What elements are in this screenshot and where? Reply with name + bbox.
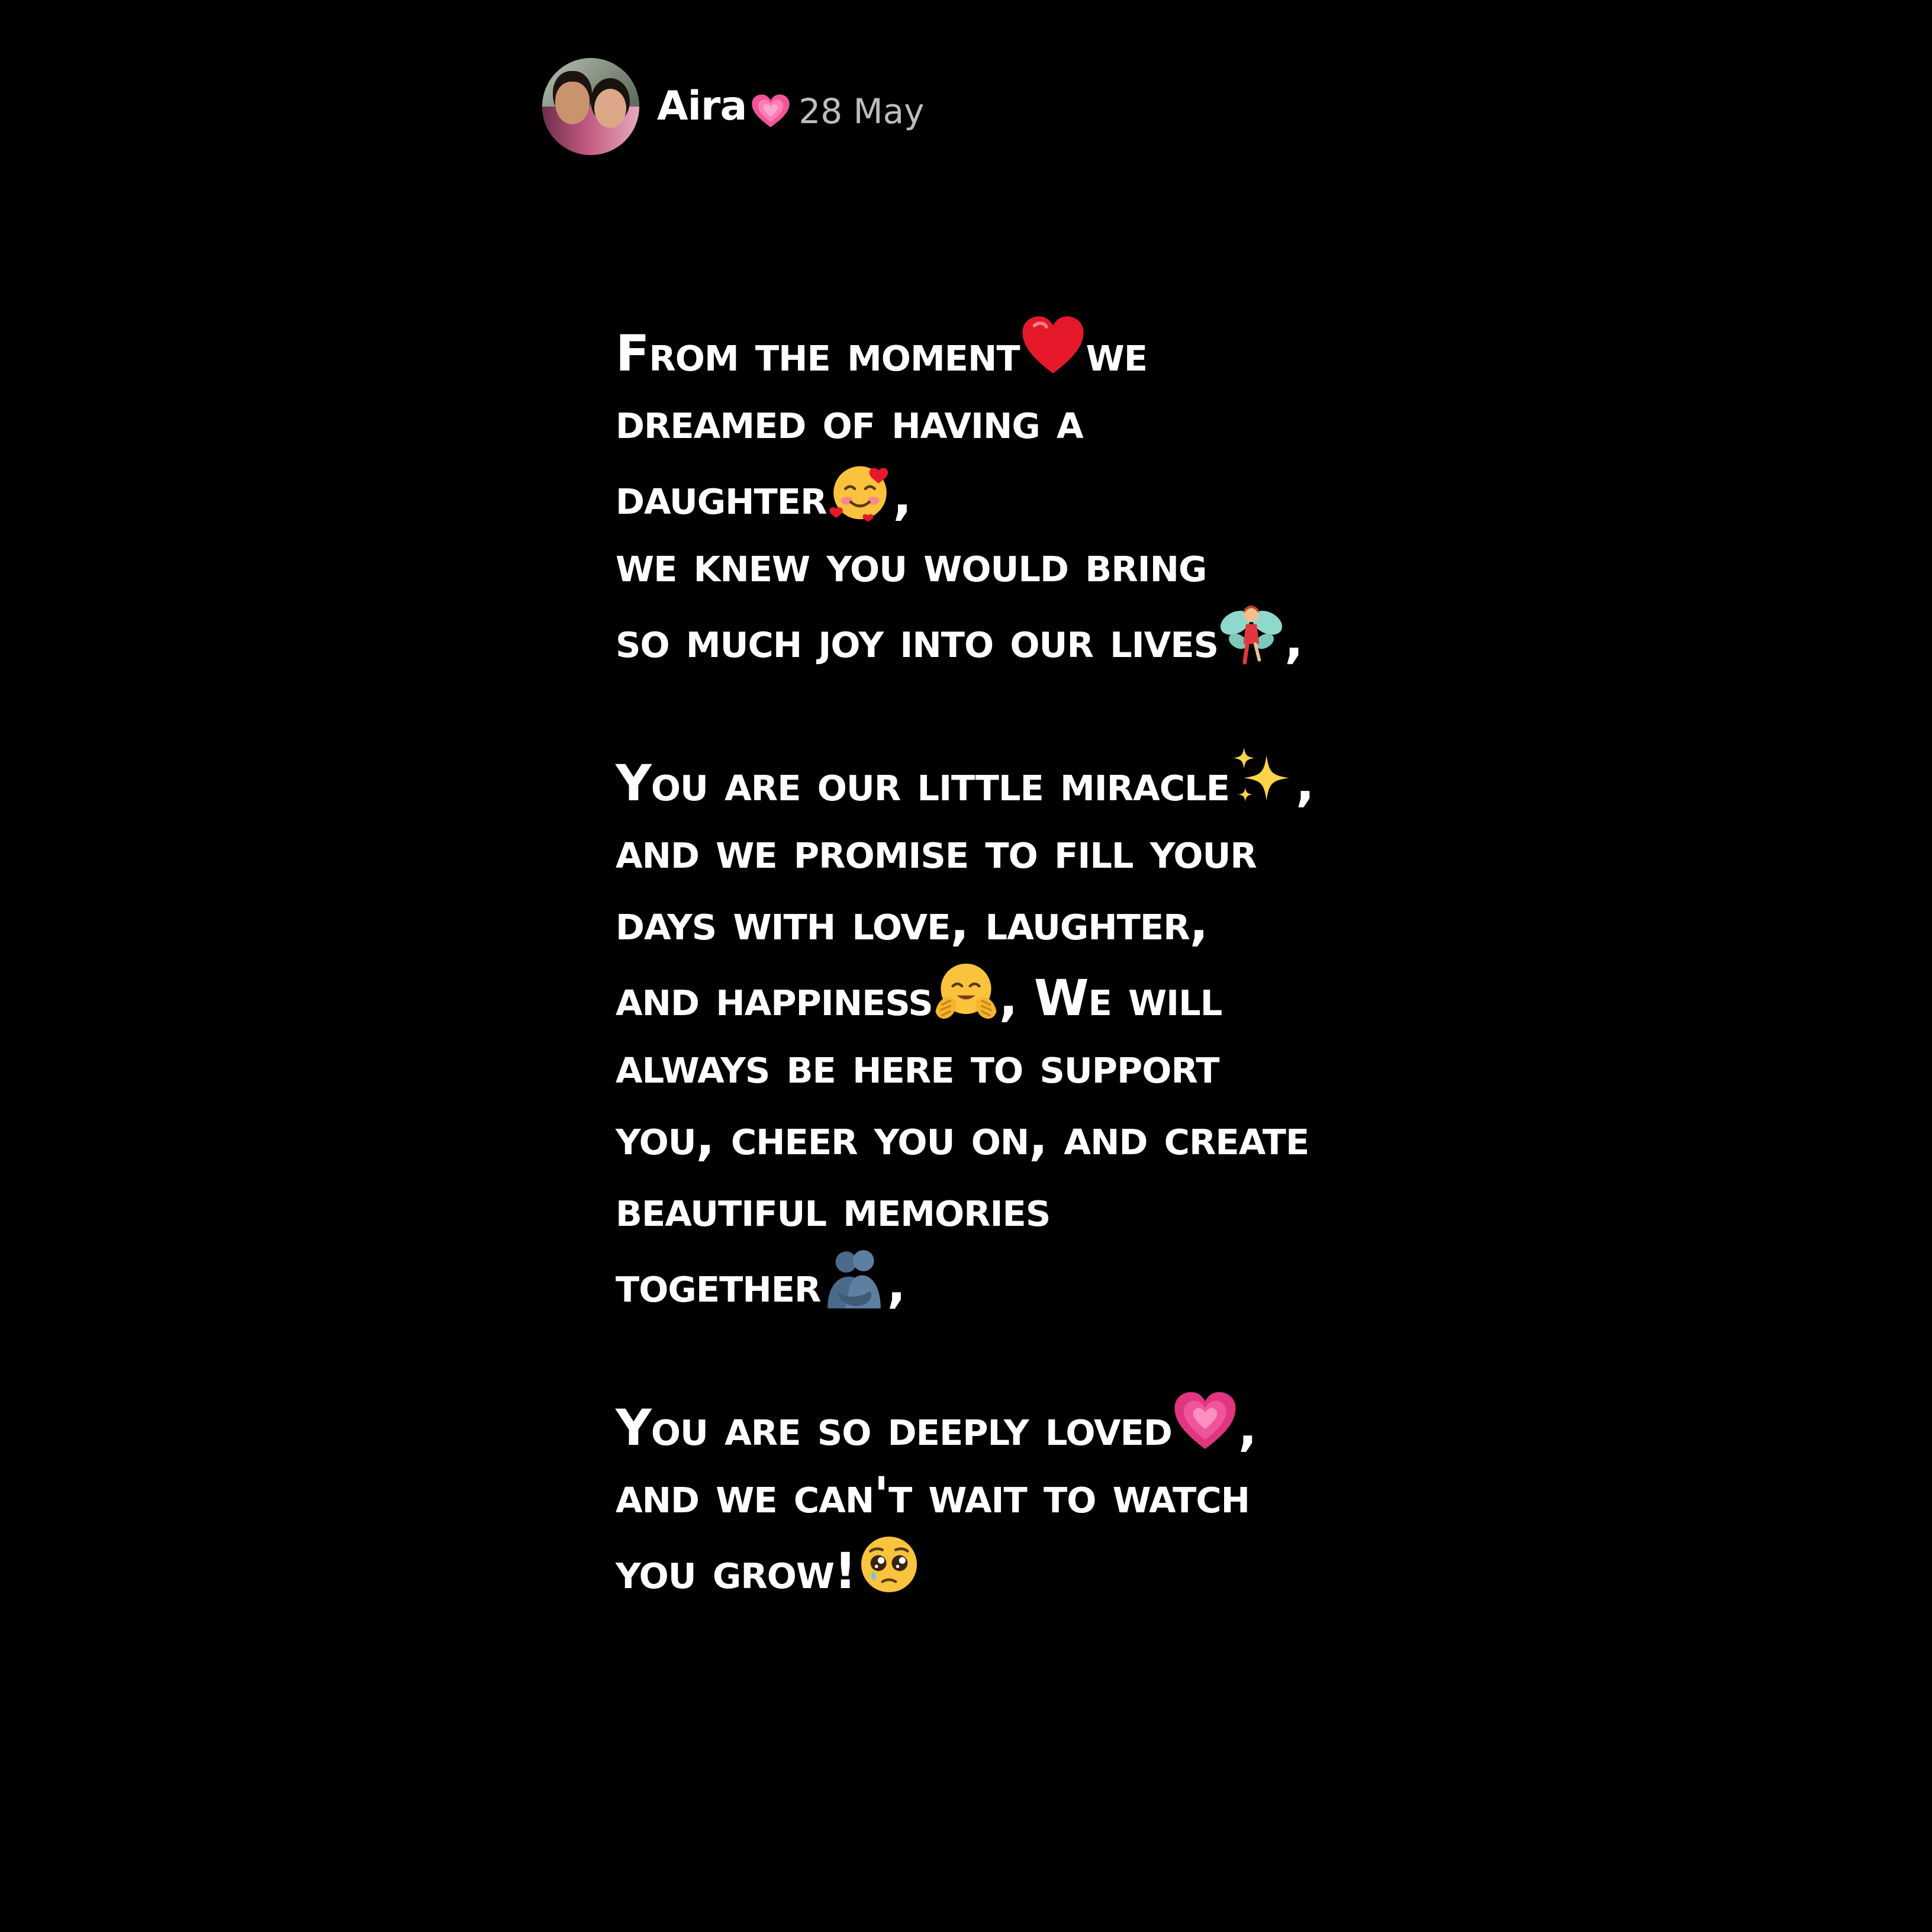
text-segment: ,: [1284, 611, 1303, 669]
author-name[interactable]: Aira: [657, 86, 747, 127]
text-segment: From the moment: [616, 324, 1020, 382]
text-line: you grow!: [616, 1531, 1385, 1603]
text-line: and we can't wait to watch: [616, 1466, 1250, 1524]
text-segment: You are our little miracle: [616, 754, 1230, 812]
text-segment: so much joy into our lives: [616, 611, 1219, 669]
text-line: beautiful memories: [616, 1180, 1051, 1238]
pleading-face-icon: [856, 1531, 922, 1598]
smiling-face-with-hearts-icon: [827, 457, 893, 523]
text-segment: , We will: [999, 969, 1223, 1027]
text-line: and happiness , We will: [616, 958, 1385, 1030]
people-hugging-icon: [821, 1245, 887, 1311]
text-line: together ,: [616, 1245, 1385, 1316]
text-line: daughter ,: [616, 457, 1385, 529]
text-line: You are so deeply loved ,: [616, 1388, 1385, 1460]
text-line: From the moment we: [616, 314, 1385, 385]
red-heart-icon: [1020, 314, 1086, 380]
avatar-face-left: [555, 82, 590, 124]
text-segment: together: [616, 1255, 821, 1313]
fairy-icon: [1218, 600, 1284, 666]
text-line: you, cheer you on, and create: [616, 1108, 1309, 1166]
post-header: Aira 28 May: [542, 58, 925, 155]
text-line: days with love, laughter,: [616, 893, 1209, 951]
text-segment: daughter: [616, 468, 827, 526]
text-segment: and happiness: [616, 969, 933, 1027]
text-segment: ,: [893, 468, 912, 526]
text-segment: You are so deeply loved: [616, 1399, 1173, 1457]
text-line: and we promise to fill your: [616, 822, 1257, 880]
text-line: so much joy into our lives ,: [616, 600, 1385, 672]
growing-heart-icon: [751, 94, 790, 129]
hugging-face-icon: [933, 958, 999, 1025]
text-line: we knew you would bring: [616, 535, 1207, 593]
avatar[interactable]: [542, 58, 639, 155]
text-line: You are our little miracle ,: [616, 743, 1385, 815]
text-segment: ,: [1296, 754, 1315, 812]
post-date: 28 May: [798, 91, 925, 131]
sparkles-icon: [1229, 743, 1296, 810]
text-segment: ,: [887, 1255, 906, 1313]
post-text: From the moment we dreamed of having a d…: [616, 314, 1385, 1603]
growing-heart-icon: [1172, 1388, 1238, 1454]
text-line: always be here to support: [616, 1036, 1219, 1094]
text-line: dreamed of having a: [616, 392, 1084, 450]
avatar-face-right: [594, 89, 626, 128]
text-segment: we: [1086, 324, 1148, 382]
text-segment: ,: [1238, 1399, 1257, 1457]
text-segment: you grow!: [616, 1542, 856, 1600]
